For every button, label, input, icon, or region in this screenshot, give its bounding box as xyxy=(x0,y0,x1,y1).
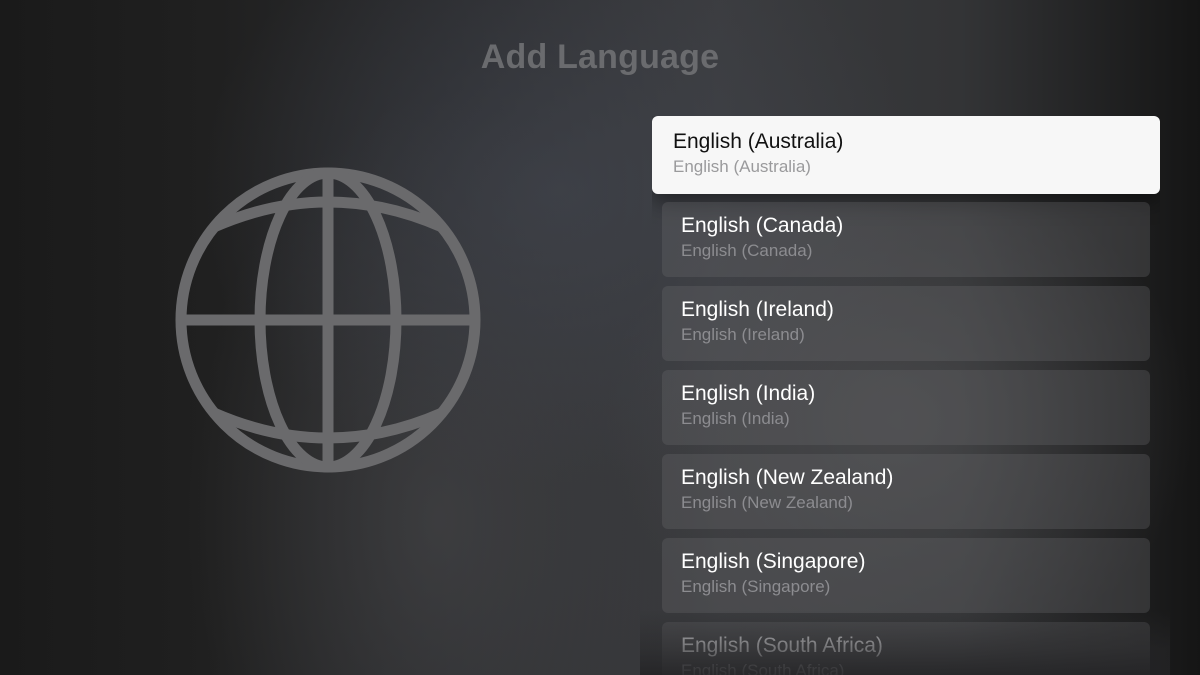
language-item-english-canada[interactable]: English (Canada) English (Canada) xyxy=(662,202,1150,277)
language-item-english-ireland[interactable]: English (Ireland) English (Ireland) xyxy=(662,286,1150,361)
language-name: English (New Zealand) xyxy=(681,466,894,489)
language-list[interactable]: English (Australia) English (Australia) … xyxy=(652,116,1160,675)
language-item-english-india[interactable]: English (India) English (India) xyxy=(662,370,1150,445)
language-name: English (South Africa) xyxy=(681,634,883,657)
language-native-name: English (South Africa) xyxy=(681,661,845,675)
language-name: English (Canada) xyxy=(681,214,844,237)
language-item-english-new-zealand[interactable]: English (New Zealand) English (New Zeala… xyxy=(662,454,1150,529)
language-native-name: English (Ireland) xyxy=(681,325,805,344)
language-native-name: English (Singapore) xyxy=(681,577,831,596)
language-native-name: English (New Zealand) xyxy=(681,493,853,512)
language-name: English (Singapore) xyxy=(681,550,866,573)
language-item-english-australia[interactable]: English (Australia) English (Australia) xyxy=(652,116,1160,194)
language-name: English (India) xyxy=(681,382,816,405)
globe-icon xyxy=(175,167,481,473)
language-name: English (Ireland) xyxy=(681,298,834,321)
page-title: Add Language xyxy=(480,38,720,76)
language-item-english-south-africa[interactable]: English (South Africa) English (South Af… xyxy=(662,622,1150,675)
language-name: English (Australia) xyxy=(673,130,844,153)
language-native-name: English (Australia) xyxy=(673,157,811,176)
language-native-name: English (India) xyxy=(681,409,790,428)
language-item-english-singapore[interactable]: English (Singapore) English (Singapore) xyxy=(662,538,1150,613)
language-native-name: English (Canada) xyxy=(681,241,813,260)
